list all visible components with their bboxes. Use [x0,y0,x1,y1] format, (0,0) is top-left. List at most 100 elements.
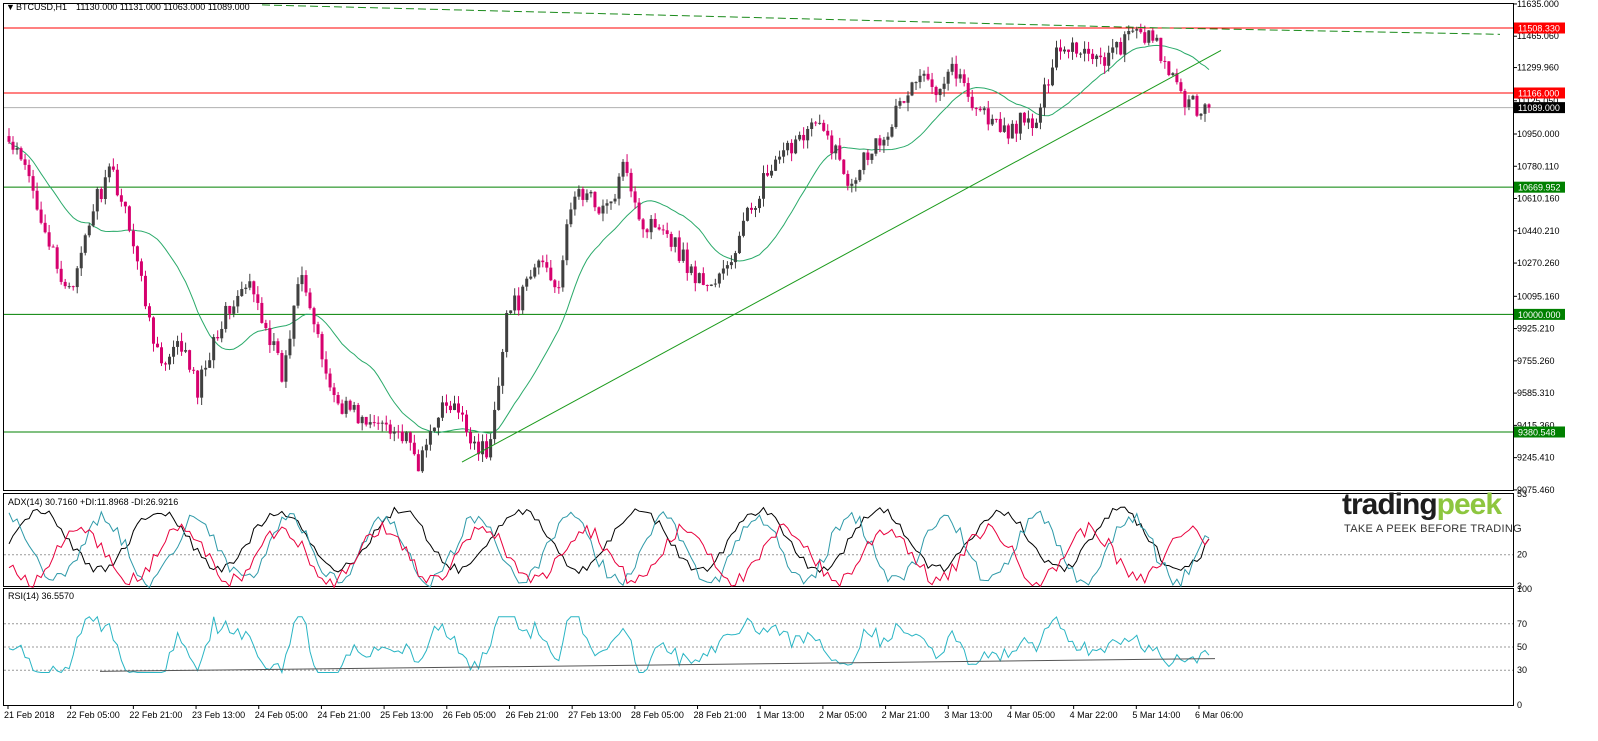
candle-body [581,189,585,200]
candle-body [1087,48,1091,54]
candle-body [1010,123,1014,139]
candle-body [725,265,729,269]
candle-body [842,159,846,174]
candle-body [569,209,573,225]
candle-body [465,414,469,433]
candle-body [212,337,216,361]
candle-body [1022,112,1026,123]
candle-body [324,359,328,374]
candle-body [151,317,155,344]
candle-body [248,281,252,288]
candle-body [473,441,477,444]
candle-body [87,225,91,236]
candle-body [589,191,593,194]
rsi-tick-label: 50 [1517,642,1527,652]
candle-body [292,305,296,339]
candle-body [103,177,107,199]
brand-logo-right: peek [1436,488,1502,521]
candle-body [1163,60,1167,62]
candle-body [99,189,103,199]
price-tick-label: 9245.410 [1517,453,1555,463]
candle-body [601,205,605,214]
candle-body [228,305,232,314]
adx-tick-label: 20 [1517,550,1527,560]
candle-body [701,273,705,285]
candle-body [268,328,272,346]
candle-body [23,159,27,165]
candle-body [1075,42,1079,54]
candle-body [155,343,159,348]
candle-body [79,252,83,269]
time-tick-label: 26 Feb 21:00 [505,710,558,720]
candle-body [950,63,954,72]
candle-body [557,287,561,289]
candle-body [420,450,424,472]
price-tick-label: 10270.260 [1517,258,1560,268]
candle-body [200,369,204,398]
candle-body [452,403,456,411]
candle-body [440,402,444,418]
candle-body [1131,30,1135,32]
candle-body [978,108,982,111]
time-tick-label: 5 Mar 14:00 [1132,710,1180,720]
candle-body [1119,41,1123,55]
candle-body [970,96,974,109]
candle-body [533,267,537,277]
candle-body [1083,48,1087,54]
candle-body [400,431,404,442]
chart-svg: 53203 1007050300 11635.00011465.06011299… [0,0,1598,741]
price-tick-label: 11635.000 [1517,0,1559,9]
candle-body [649,218,653,233]
candle-body [697,273,701,284]
candle-body [95,189,99,212]
candle-body [1183,90,1187,108]
candle-body [284,355,288,382]
candle-body [882,139,886,146]
candle-body [47,232,51,247]
candle-body [493,409,497,440]
time-tick-label: 1 Mar 13:00 [756,710,804,720]
candle-body [388,424,392,434]
candle-body [513,295,517,311]
candle-body [886,136,890,140]
level-tag-label: 10669.952 [1518,183,1561,193]
candle-body [276,341,280,353]
candle-body [585,193,589,200]
candle-body [196,370,200,398]
dropdown-arrow-icon[interactable]: ▼ [6,2,15,12]
candle-body [942,83,946,89]
candle-body [320,334,324,360]
time-tick-label: 2 Mar 21:00 [882,710,930,720]
candle-body [1207,104,1211,108]
candle-body [376,422,380,424]
candle-body [806,128,810,141]
background [0,0,1598,741]
candle-body [605,203,609,206]
candle-body [316,324,320,335]
candle-body [926,73,930,80]
candle-body [641,219,645,230]
candle-body [553,280,557,288]
candle-body [954,63,958,79]
candle-body [962,74,966,84]
candle-body [424,444,428,451]
candle-body [384,422,388,425]
candle-body [681,249,685,261]
candle-body [172,346,176,357]
candle-body [1038,107,1042,123]
candle-body [505,313,509,352]
candle-body [408,432,412,443]
candle-body [721,268,725,274]
time-tick-label: 6 Mar 06:00 [1195,710,1243,720]
candle-body [709,284,713,286]
price-tick-label: 9585.310 [1517,388,1555,398]
candle-body [296,284,300,306]
candle-body [192,369,196,371]
candle-body [224,305,228,329]
time-tick-label: 4 Mar 22:00 [1070,710,1118,720]
level-tag-label: 11166.000 [1518,88,1559,98]
candle-body [994,118,998,120]
candle-body [1179,82,1183,91]
candle-body [705,284,709,286]
candle-body [685,249,689,273]
